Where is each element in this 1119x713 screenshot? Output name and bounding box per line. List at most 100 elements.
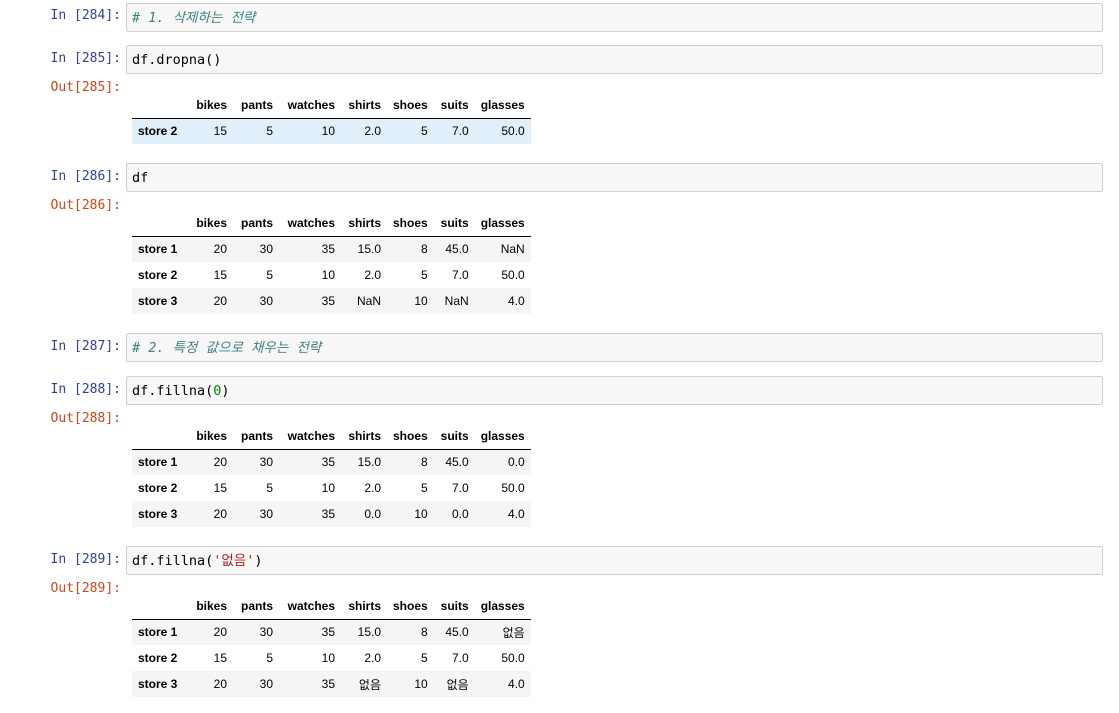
table-header-row: bikes pants watches shirts shoes suits glasses bbox=[132, 593, 531, 620]
table-cell: 20 bbox=[213, 455, 227, 470]
table-cell: NaN bbox=[356, 294, 381, 308]
table-row: store 2 15 5 10 2.0 5 7.0 50.0 bbox=[132, 645, 531, 671]
column-header: watches bbox=[279, 210, 341, 237]
code-input-cell[interactable]: df.fillna(0) bbox=[126, 376, 1103, 405]
column-header: suits bbox=[433, 92, 475, 119]
table-cell: 50.0 bbox=[501, 124, 525, 139]
table-cell: 7.0 bbox=[452, 651, 469, 665]
code-input-cell[interactable]: df.dropna() bbox=[126, 45, 1103, 74]
column-header: watches bbox=[279, 423, 341, 450]
table-cell: 10 bbox=[321, 651, 335, 665]
code-input-cell[interactable]: # 1. 삭제하는 전략 bbox=[126, 3, 1103, 32]
table-cell: 15 bbox=[213, 481, 227, 495]
table-row: store 3 20 30 35 0.0 10 0.0 4.0 bbox=[132, 501, 531, 527]
index-header bbox=[132, 210, 188, 237]
table-cell: 20 bbox=[213, 507, 227, 521]
table-cell: 4.0 bbox=[508, 507, 525, 521]
column-header: glasses bbox=[474, 92, 531, 119]
table-cell: 15 bbox=[213, 651, 227, 665]
table-cell: 50.0 bbox=[501, 651, 525, 665]
table-cell: 10 bbox=[414, 677, 428, 691]
table-cell: 45.0 bbox=[445, 625, 469, 640]
table-cell: 2.0 bbox=[364, 481, 381, 495]
table-header-row: bikes pants watches shirts shoes suits glasses bbox=[132, 423, 531, 450]
table-row: store 2 15 5 10 2.0 5 7.0 50.0 bbox=[132, 118, 531, 144]
table-cell: 10 bbox=[321, 481, 335, 495]
table-cell: 35 bbox=[321, 625, 335, 640]
table-cell: 35 bbox=[321, 294, 335, 308]
table-cell: 7.0 bbox=[452, 124, 469, 139]
column-header: shoes bbox=[387, 593, 434, 620]
column-header: shirts bbox=[341, 423, 387, 450]
column-header: shirts bbox=[341, 92, 387, 119]
table-row: store 2 15 5 10 2.0 5 7.0 50.0 bbox=[132, 475, 531, 501]
table-row: store 3 20 30 35 없음 10 없음 4.0 bbox=[132, 671, 531, 697]
column-header: bikes bbox=[188, 210, 233, 237]
column-header: suits bbox=[433, 423, 475, 450]
table-cell: 없음 bbox=[446, 677, 469, 692]
dataframe-output: bikes pants watches shirts shoes suits glasses… bbox=[132, 92, 531, 144]
table-cell: 10 bbox=[414, 294, 428, 308]
table-cell: 8 bbox=[421, 625, 428, 640]
table-cell: 2.0 bbox=[364, 268, 381, 282]
row-index: store 3 bbox=[138, 677, 178, 691]
code-input-cell[interactable]: df.fillna('없음') bbox=[126, 546, 1103, 575]
row-index: store 1 bbox=[138, 625, 178, 640]
code-comment: # 2. 특정 값으로 채우는 전략 bbox=[132, 340, 322, 356]
column-header: glasses bbox=[474, 210, 531, 237]
dataframe-output: bikes pants watches shirts shoes suits glasses… bbox=[132, 593, 531, 697]
table-cell: 35 bbox=[321, 507, 335, 521]
table-cell: 5 bbox=[421, 268, 428, 282]
code-text: df.fillna('없음') bbox=[132, 553, 263, 569]
output-prompt: Out[285]: bbox=[50, 80, 121, 95]
code-input-cell[interactable]: # 2. 특정 값으로 채우는 전략 bbox=[126, 333, 1103, 362]
column-header: suits bbox=[433, 593, 475, 620]
row-index: store 2 bbox=[138, 651, 178, 665]
table-cell: 20 bbox=[213, 242, 227, 257]
column-header: suits bbox=[433, 210, 475, 237]
code-comment: # 1. 삭제하는 전략 bbox=[132, 10, 256, 26]
table-cell: 8 bbox=[421, 455, 428, 470]
column-header: shoes bbox=[387, 92, 434, 119]
table-cell: 30 bbox=[259, 507, 273, 521]
row-index: store 2 bbox=[138, 124, 178, 139]
table-cell: NaN bbox=[500, 242, 525, 257]
table-cell: 0.0 bbox=[364, 507, 381, 521]
table-cell: 10 bbox=[321, 268, 335, 282]
table-cell: 5 bbox=[421, 651, 428, 665]
row-index: store 3 bbox=[138, 294, 178, 308]
column-header: shoes bbox=[387, 210, 434, 237]
table-cell: 30 bbox=[259, 242, 273, 257]
input-prompt: In [284]: bbox=[50, 8, 121, 23]
table-cell: 50.0 bbox=[501, 481, 525, 495]
column-header: glasses bbox=[474, 593, 531, 620]
input-prompt: In [288]: bbox=[50, 382, 121, 397]
table-cell: 7.0 bbox=[452, 481, 469, 495]
row-index: store 3 bbox=[138, 507, 178, 521]
code-input-cell[interactable]: df bbox=[126, 163, 1103, 192]
table-header-row: bikes pants watches shirts shoes suits glasses bbox=[132, 92, 531, 119]
input-prompt: In [285]: bbox=[50, 51, 121, 66]
dataframe-output: bikes pants watches shirts shoes suits glasses… bbox=[132, 210, 531, 314]
column-header: bikes bbox=[188, 423, 233, 450]
table-cell: 15.0 bbox=[357, 242, 381, 257]
table-cell: 20 bbox=[213, 625, 227, 640]
table-cell: 4.0 bbox=[508, 677, 525, 691]
table-cell: 30 bbox=[259, 294, 273, 308]
table-cell: 8 bbox=[421, 242, 428, 257]
table-cell: 45.0 bbox=[445, 242, 469, 257]
column-header: pants bbox=[233, 593, 279, 620]
table-cell: 45.0 bbox=[445, 455, 469, 470]
table-cell: 35 bbox=[321, 677, 335, 691]
table-cell: 0.0 bbox=[452, 507, 469, 521]
column-header: pants bbox=[233, 92, 279, 119]
table-cell: 5 bbox=[266, 124, 273, 139]
table-cell: 35 bbox=[321, 242, 335, 257]
table-cell: 없음 bbox=[358, 677, 381, 692]
table-row: store 3 20 30 35 NaN 10 NaN 4.0 bbox=[132, 288, 531, 314]
column-header: bikes bbox=[188, 92, 233, 119]
table-cell: 30 bbox=[259, 455, 273, 470]
output-prompt: Out[286]: bbox=[50, 198, 121, 213]
output-prompt: Out[288]: bbox=[50, 411, 121, 426]
input-prompt: In [286]: bbox=[50, 169, 121, 184]
